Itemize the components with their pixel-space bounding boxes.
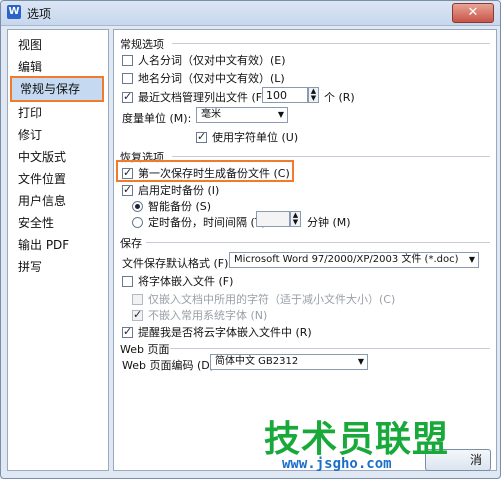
person-name-checkbox[interactable] xyxy=(122,55,133,66)
web-encoding-value: 简体中文 GB2312 xyxy=(215,356,299,367)
sidebar-item-security[interactable]: 安全性 xyxy=(10,212,104,234)
sidebar-item-file-location[interactable]: 文件位置 xyxy=(10,168,104,190)
chevron-down-icon: ▼ xyxy=(277,110,284,119)
remind-cloud-fonts-checkbox[interactable] xyxy=(122,325,133,338)
sidebar-item-user-info[interactable]: 用户信息 xyxy=(10,190,104,212)
embed-fonts-option[interactable]: 将字体嵌入文件 (F) xyxy=(122,273,233,289)
default-format-value: Microsoft Word 97/2000/XP/2003 文件 (*.doc… xyxy=(234,254,459,265)
web-group-title: Web 页面 xyxy=(120,343,170,356)
person-name-label: 人名分词（仅对中文有效）(E) xyxy=(138,54,286,67)
no-common-fonts-label: 不嵌入常用系统字体 (N) xyxy=(148,309,268,322)
remind-cloud-fonts-option[interactable]: 提醒我是否将云字体嵌入文件中 (R) xyxy=(122,324,312,340)
place-name-label: 地名分词（仅对中文有效）(L) xyxy=(138,72,285,85)
remind-cloud-fonts-label: 提醒我是否将云字体嵌入文件中 (R) xyxy=(138,326,312,339)
sidebar-item-edit[interactable]: 编辑 xyxy=(10,56,104,78)
save-group-title: 保存 xyxy=(120,237,142,250)
close-button[interactable]: ✕ xyxy=(452,3,494,23)
interval-backup-option[interactable]: 定时备份，时间间隔 (T): xyxy=(132,214,270,230)
measure-unit-select[interactable]: 毫米 ▼ xyxy=(196,107,288,123)
options-dialog: W 选项 ✕ 视图 编辑 常规与保存 打印 修订 中文版式 文件位置 用户信息 … xyxy=(0,0,501,479)
timed-backup-label: 启用定时备份 (I) xyxy=(138,184,220,197)
sidebar-item-chinese-layout[interactable]: 中文版式 xyxy=(10,146,104,168)
interval-minutes-spinner[interactable]: ▲ ▼ xyxy=(290,211,301,227)
embed-used-chars-label: 仅嵌入文档中所用的字符（适于减小文件大小）(C) xyxy=(148,293,396,306)
title-bar: W 选项 ✕ xyxy=(1,1,500,26)
measure-unit-label: 度量单位 (M): xyxy=(122,112,192,125)
web-divider xyxy=(170,348,490,349)
recent-files-count-input[interactable]: 100 xyxy=(262,87,308,103)
watermark-url: www.jsgho.com xyxy=(282,456,392,472)
sidebar-item-print[interactable]: 打印 xyxy=(10,102,104,124)
recent-files-checkbox[interactable] xyxy=(122,90,133,103)
char-unit-label: 使用字符单位 (U) xyxy=(212,131,299,144)
web-encoding-label: Web 页面编码 (D): xyxy=(122,359,218,372)
minutes-label: 分钟 (M) xyxy=(307,216,351,229)
recent-files-unit: 个 (R) xyxy=(324,91,355,104)
timed-backup-checkbox[interactable] xyxy=(122,183,133,196)
sidebar-item-revision[interactable]: 修订 xyxy=(10,124,104,146)
first-backup-label: 第一次保存时生成备份文件 (C) xyxy=(138,167,290,180)
sidebar-item-general-save[interactable]: 常规与保存 xyxy=(10,76,104,102)
default-format-select[interactable]: Microsoft Word 97/2000/XP/2003 文件 (*.doc… xyxy=(229,252,479,268)
sidebar-item-pdf-output[interactable]: 输出 PDF xyxy=(10,234,104,256)
timed-backup-option[interactable]: 启用定时备份 (I) xyxy=(122,182,219,198)
first-backup-checkbox[interactable] xyxy=(122,166,133,179)
save-divider xyxy=(146,242,490,243)
recent-files-label: 最近文档管理列出文件 (F): xyxy=(138,91,271,104)
sidebar-item-spelling[interactable]: 拼写 xyxy=(10,256,104,278)
person-name-option[interactable]: 人名分词（仅对中文有效）(E) xyxy=(122,52,286,68)
measure-unit-value: 毫米 xyxy=(201,109,221,120)
no-common-fonts-option[interactable]: 不嵌入常用系统字体 (N) xyxy=(132,307,267,323)
embed-used-chars-checkbox[interactable] xyxy=(132,294,143,305)
general-divider xyxy=(172,43,490,44)
char-unit-option[interactable]: 使用字符单位 (U) xyxy=(196,129,298,145)
app-icon: W xyxy=(7,5,21,19)
embed-used-chars-option[interactable]: 仅嵌入文档中所用的字符（适于减小文件大小）(C) xyxy=(132,291,395,307)
interval-backup-label: 定时备份，时间间隔 (T): xyxy=(148,216,270,229)
embed-fonts-label: 将字体嵌入文件 (F) xyxy=(138,275,234,288)
place-name-checkbox[interactable] xyxy=(122,73,133,84)
general-group-title: 常规选项 xyxy=(120,38,164,51)
char-unit-checkbox[interactable] xyxy=(196,130,207,143)
chevron-down-icon: ▼ xyxy=(468,255,475,264)
options-content: 常规选项 人名分词（仅对中文有效）(E) 地名分词（仅对中文有效）(L) 最近文… xyxy=(113,29,497,471)
recent-files-option[interactable]: 最近文档管理列出文件 (F): xyxy=(122,89,270,105)
recent-files-spinner[interactable]: ▲ ▼ xyxy=(308,87,319,103)
web-encoding-select[interactable]: 简体中文 GB2312 ▼ xyxy=(210,354,368,370)
embed-fonts-checkbox[interactable] xyxy=(122,276,133,287)
options-sidebar: 视图 编辑 常规与保存 打印 修订 中文版式 文件位置 用户信息 安全性 输出 … xyxy=(7,29,109,471)
default-format-label: 文件保存默认格式 (F): xyxy=(122,257,233,270)
dialog-title: 选项 xyxy=(27,7,52,21)
interval-minutes-input[interactable] xyxy=(256,211,290,227)
no-common-fonts-checkbox[interactable] xyxy=(132,308,143,321)
backup-divider xyxy=(172,156,490,157)
smart-backup-option[interactable]: 智能备份 (S) xyxy=(132,198,211,214)
watermark-logo: 技术员联盟 xyxy=(264,419,450,460)
smart-backup-radio[interactable] xyxy=(132,201,143,212)
place-name-option[interactable]: 地名分词（仅对中文有效）(L) xyxy=(122,70,285,86)
chevron-down-icon: ▼ xyxy=(357,357,364,366)
smart-backup-label: 智能备份 (S) xyxy=(148,200,212,213)
interval-backup-radio[interactable] xyxy=(132,217,143,228)
sidebar-item-view[interactable]: 视图 xyxy=(10,34,104,56)
first-backup-option[interactable]: 第一次保存时生成备份文件 (C) xyxy=(122,165,290,181)
